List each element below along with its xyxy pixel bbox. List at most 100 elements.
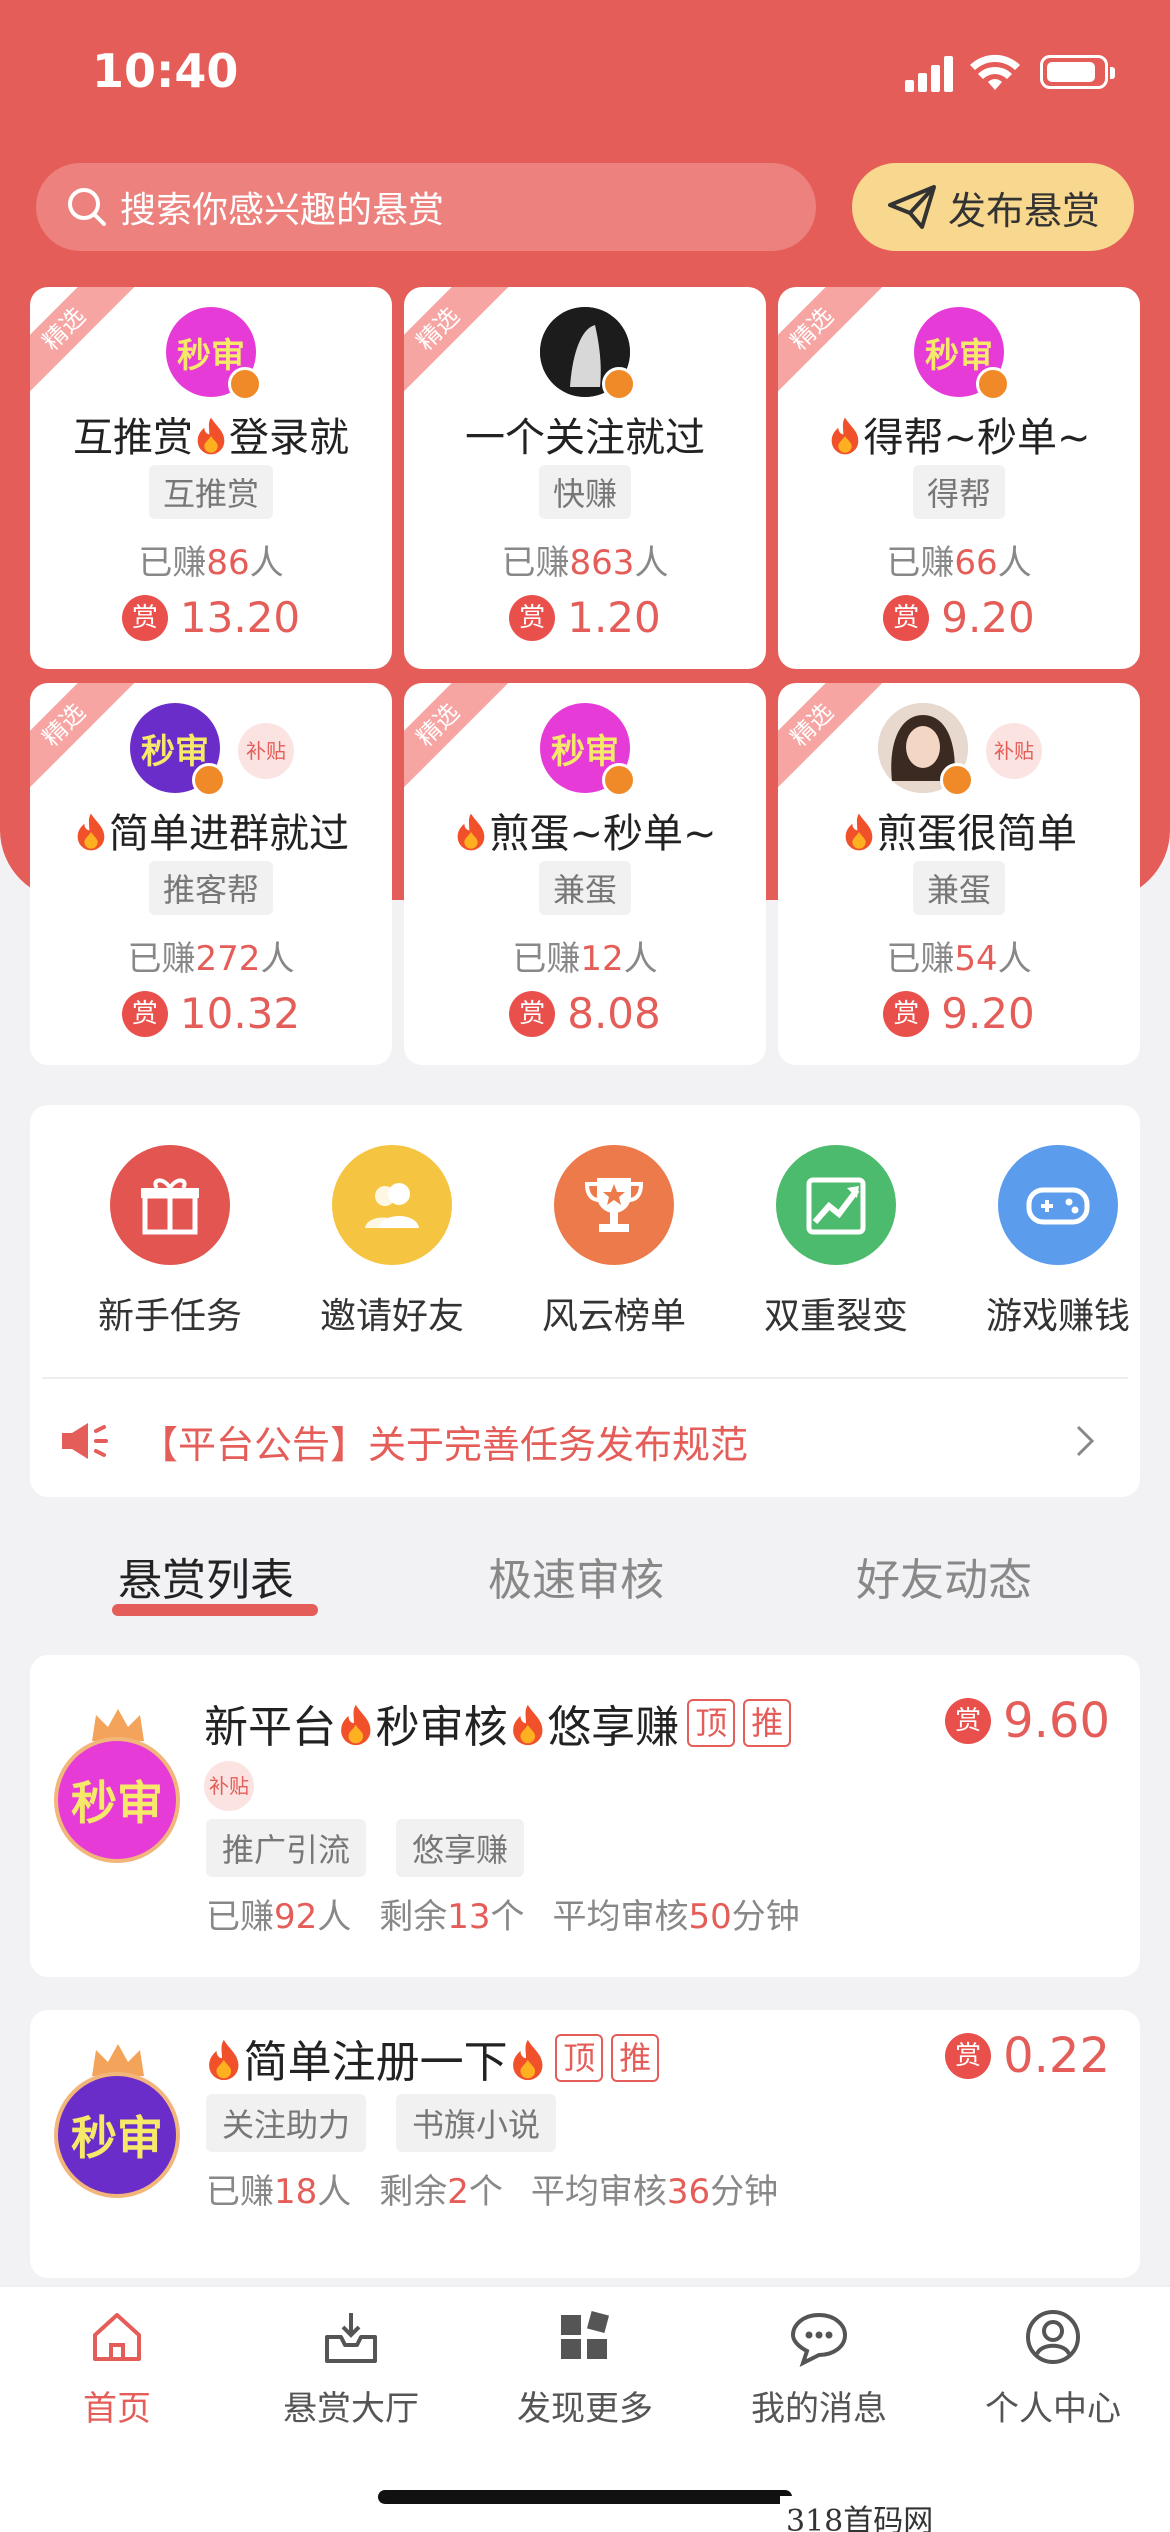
card-reward: 赏 9.20 xyxy=(778,989,1140,1038)
tab-fast-review[interactable]: 极速审核 xyxy=(488,1544,664,1608)
shortcut-gift[interactable]: 新手任务 xyxy=(70,1145,270,1339)
stat-remain-suffix: 个 xyxy=(468,2172,503,2212)
earned-prefix: 已赚 xyxy=(512,939,581,979)
home-indicator xyxy=(378,2490,792,2504)
fire-icon xyxy=(197,417,225,455)
task-title: 新平台 秒审核 悠享赚顶推 xyxy=(204,1691,792,1755)
home-icon xyxy=(17,2307,217,2371)
wifi-icon xyxy=(970,54,1020,90)
stat-earned-suffix: 人 xyxy=(317,2172,352,2212)
task-stats: 已赚18人 剩余2个 平均审核36分钟 xyxy=(206,2164,778,2213)
nav-chat[interactable]: 我的消息 xyxy=(719,2307,919,2430)
reward-icon: 赏 xyxy=(121,594,168,641)
featured-ribbon: 精选 xyxy=(30,683,135,796)
grid-icon xyxy=(485,2307,685,2371)
featured-ribbon: 精选 xyxy=(404,287,509,400)
task-list-item[interactable]: 秒审 新平台 秒审核 悠享赚顶推补贴 推广引流 悠享赚 已赚92人 剩余13个 平均审核50分钟… xyxy=(30,1655,1140,1977)
earned-count: 54 xyxy=(954,939,998,979)
nav-user[interactable]: 个人中心 xyxy=(953,2307,1153,2430)
task-tags: 推广引流 悠享赚 xyxy=(206,1819,554,1877)
reward-amount: 8.08 xyxy=(567,989,661,1038)
publish-label: 发布悬赏 xyxy=(947,188,1100,233)
stat-remain-prefix: 剩余 xyxy=(379,1897,448,1937)
chevron-right-icon xyxy=(1076,1425,1095,1457)
earned-prefix: 已赚 xyxy=(501,543,570,583)
featured-ribbon: 精选 xyxy=(30,287,135,400)
card-tag: 推客帮 xyxy=(148,861,274,915)
tab-friend-activity[interactable]: 好友动态 xyxy=(856,1544,1032,1608)
task-reward: 赏 0.22 xyxy=(945,2028,1110,2084)
card-earned: 已赚272人 xyxy=(30,931,392,980)
task-tag: 关注助力 xyxy=(206,2094,367,2152)
subsidy-badge: 补贴 xyxy=(986,723,1042,779)
featured-card[interactable]: 精选 一个关注就过 快赚 已赚863人赏 1.20 xyxy=(404,287,766,669)
reward-icon: 赏 xyxy=(509,990,556,1037)
trophy-icon xyxy=(554,1145,674,1265)
card-tag: 互推赏 xyxy=(148,465,274,519)
shortcut-label: 双重裂变 xyxy=(763,1296,908,1337)
avatar xyxy=(540,307,636,401)
chart-icon xyxy=(776,1145,896,1265)
shortcut-label: 邀请好友 xyxy=(319,1296,464,1337)
announcement-bar[interactable]: 【平台公告】关于完善任务发布规范 xyxy=(58,1405,1118,1477)
shortcut-users[interactable]: 邀请好友 xyxy=(292,1145,492,1339)
avatar: 秒审 xyxy=(540,703,636,797)
shortcut-trophy[interactable]: 风云榜单 xyxy=(514,1145,714,1339)
card-earned: 已赚86人 xyxy=(30,535,392,584)
task-list-item[interactable]: 秒审 简单注册一下顶推关注助力 书旗小说 已赚18人 剩余2个 平均审核36分钟 赏 0.22 xyxy=(30,2010,1140,2278)
fire-icon xyxy=(341,1705,371,1746)
gamepad-icon xyxy=(998,1145,1118,1265)
task-title: 简单注册一下顶推 xyxy=(204,2026,660,2090)
earned-suffix: 人 xyxy=(249,543,284,583)
shortcut-chart[interactable]: 双重裂变 xyxy=(736,1145,936,1339)
crown-badge-icon xyxy=(228,367,262,401)
tab-reward-list[interactable]: 悬赏列表 xyxy=(118,1544,294,1608)
subsidy-badge: 补贴 xyxy=(238,723,294,779)
earned-suffix: 人 xyxy=(623,939,658,979)
nav-inbox[interactable]: 悬赏大厅 xyxy=(251,2307,451,2430)
task-title-text: 新平台 秒审核 悠享赚 xyxy=(204,1702,680,1753)
avatar: 秒审 xyxy=(130,703,226,797)
search-input[interactable]: 搜索你感兴趣的悬赏 xyxy=(36,163,816,251)
stat-avg-suffix: 分钟 xyxy=(710,2172,779,2212)
shortcut-gamepad[interactable]: 游戏赚钱 xyxy=(958,1145,1158,1339)
earned-count: 66 xyxy=(954,543,998,583)
reward-icon: 赏 xyxy=(509,594,556,641)
nav-label: 悬赏大厅 xyxy=(283,2389,419,2429)
featured-card[interactable]: 精选 秒审 互推赏 登录就 互推赏 已赚86人赏 13.20 xyxy=(30,287,392,669)
featured-card[interactable]: 精选 秒审 得帮~秒单~ 得帮 已赚66人赏 9.20 xyxy=(778,287,1140,669)
featured-card[interactable]: 精选 补贴 煎蛋很简单 兼蛋 已赚54人赏 9.20 xyxy=(778,683,1140,1065)
avatar xyxy=(878,703,974,797)
card-reward: 赏 13.20 xyxy=(30,593,392,642)
card-title: 一个关注就过 xyxy=(465,415,705,461)
stat-earned-prefix: 已赚 xyxy=(206,1897,274,1937)
earned-suffix: 人 xyxy=(997,939,1032,979)
nav-label: 个人中心 xyxy=(985,2389,1121,2429)
recommend-badge: 推 xyxy=(611,2034,660,2082)
stat-avg-prefix: 平均审核 xyxy=(552,1897,689,1937)
reward-icon: 赏 xyxy=(883,594,930,641)
reward-amount: 9.60 xyxy=(1003,1693,1110,1749)
reward-icon: 赏 xyxy=(121,990,168,1037)
earned-suffix: 人 xyxy=(997,543,1032,583)
divider xyxy=(42,1377,1128,1379)
avatar: 秒审 xyxy=(54,1737,180,1863)
nav-grid[interactable]: 发现更多 xyxy=(485,2307,685,2430)
nav-home[interactable]: 首页 xyxy=(17,2307,217,2430)
stat-remain: 13 xyxy=(447,1897,491,1937)
featured-card[interactable]: 精选 秒审 补贴 简单进群就过 推客帮 已赚272人赏 10.32 xyxy=(30,683,392,1065)
user-icon xyxy=(953,2307,1153,2371)
card-earned: 已赚66人 xyxy=(778,535,1140,584)
card-tag: 得帮 xyxy=(912,465,1006,519)
featured-card[interactable]: 精选 秒审 煎蛋~秒单~ 兼蛋 已赚12人赏 8.08 xyxy=(404,683,766,1065)
stat-remain: 2 xyxy=(447,2172,469,2212)
card-title: 煎蛋很简单 xyxy=(778,801,1140,859)
users-icon xyxy=(332,1145,452,1265)
publish-reward-button[interactable]: 发布悬赏 xyxy=(852,163,1134,251)
earned-prefix: 已赚 xyxy=(127,939,196,979)
active-tab-indicator xyxy=(112,1604,318,1616)
stat-earned-suffix: 人 xyxy=(317,1897,352,1937)
earned-suffix: 人 xyxy=(634,543,669,583)
avatar: 秒审 xyxy=(166,307,262,401)
top-badge: 顶 xyxy=(687,1699,736,1747)
